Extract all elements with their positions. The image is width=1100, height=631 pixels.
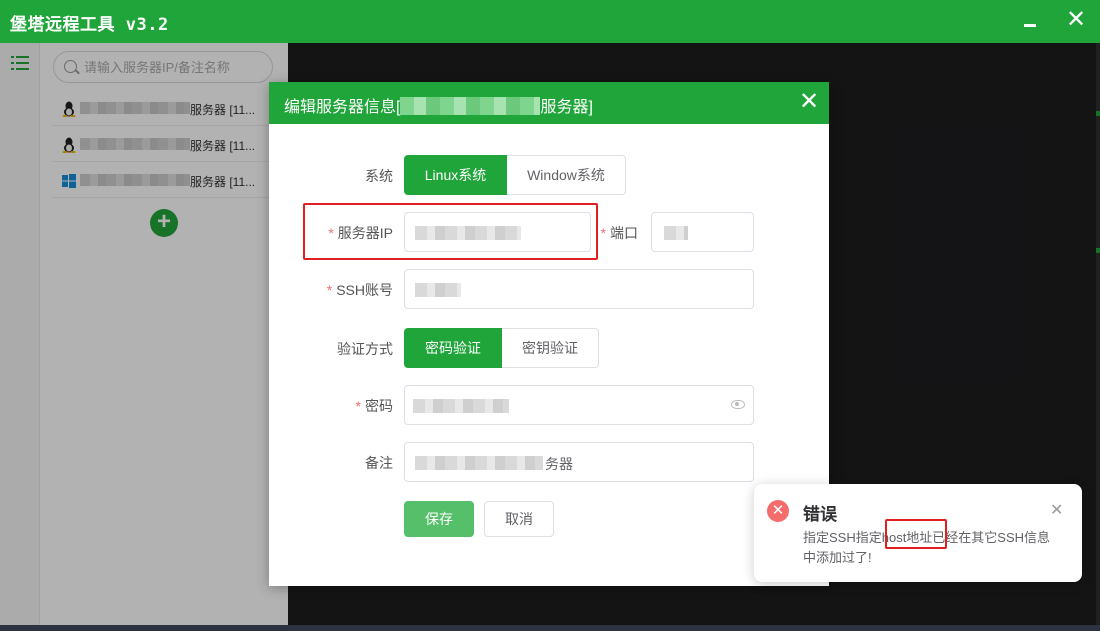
eye-icon[interactable] [731, 400, 745, 409]
notification-title: 错误 [803, 505, 837, 524]
auth-method-label: 验证方式 [337, 341, 393, 357]
remark-value: 务器 [545, 456, 573, 472]
remark-field[interactable]: 务器 [404, 442, 754, 482]
app-title: 堡塔远程工具 v3.2 [10, 15, 169, 35]
ip-highlight-box [303, 203, 598, 260]
port-field[interactable] [651, 212, 754, 252]
dialog-header: 编辑服务器信息[服务器] ✕ [269, 82, 829, 124]
host-highlight-box [885, 519, 947, 549]
password-auth-option[interactable]: 密码验证 [404, 328, 502, 368]
minimize-icon[interactable] [1016, 8, 1044, 34]
dialog-close-icon[interactable]: ✕ [799, 90, 819, 114]
password-label: * 密码 [355, 398, 393, 414]
auth-method-toggle: 密码验证 密钥验证 [404, 328, 599, 368]
system-toggle: Linux系统 Window系统 [404, 155, 626, 195]
notification-close-icon[interactable]: ✕ [1050, 500, 1063, 520]
status-strip [0, 625, 1100, 631]
edit-server-dialog: 编辑服务器信息[服务器] ✕ 系统 Linux系统 Window系统 * 服务器I… [269, 82, 829, 586]
error-icon: ✕ [767, 500, 789, 522]
remark-label: 备注 [365, 455, 393, 471]
linux-option[interactable]: Linux系统 [404, 155, 507, 195]
key-auth-option[interactable]: 密钥验证 [502, 328, 599, 368]
password-field[interactable] [404, 385, 754, 425]
ssh-account-label: * SSH账号 [326, 282, 393, 298]
title-bar: 堡塔远程工具 v3.2 ✕ [0, 0, 1100, 43]
save-button[interactable]: 保存 [404, 501, 474, 537]
dialog-title: 编辑服务器信息[服务器] [284, 97, 593, 116]
ssh-account-field[interactable] [404, 269, 754, 309]
windows-option[interactable]: Window系统 [507, 155, 626, 195]
close-icon[interactable]: ✕ [1062, 8, 1090, 34]
system-label: 系统 [365, 168, 393, 184]
cancel-button[interactable]: 取消 [484, 501, 554, 537]
